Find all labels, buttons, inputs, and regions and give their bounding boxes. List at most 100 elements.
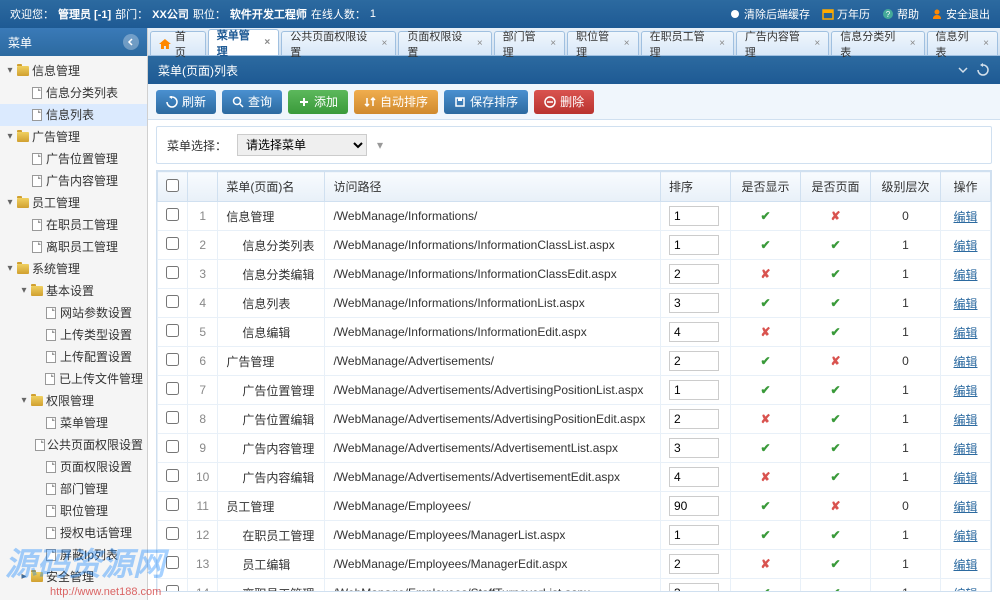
calendar-button[interactable]: 万年历 xyxy=(822,6,870,22)
tree-node[interactable]: 上传类型设置 xyxy=(0,324,147,346)
tree-node[interactable]: 广告位置管理 xyxy=(0,148,147,170)
tree-node[interactable]: 在职员工管理 xyxy=(0,214,147,236)
tab-close-icon[interactable]: × xyxy=(910,38,916,49)
tree-node[interactable]: 页面权限设置 xyxy=(0,456,147,478)
row-checkbox[interactable] xyxy=(166,585,179,592)
edit-link[interactable]: 编辑 xyxy=(953,384,977,398)
sort-input[interactable] xyxy=(669,351,719,371)
tree-toggle-icon[interactable]: ▾ xyxy=(4,260,16,278)
tab[interactable]: 信息分类列表× xyxy=(831,31,924,55)
row-checkbox[interactable] xyxy=(166,237,179,250)
tree-node[interactable]: 屏蔽Ip列表 xyxy=(0,544,147,566)
select-all-checkbox[interactable] xyxy=(166,179,179,192)
tab-close-icon[interactable]: × xyxy=(719,38,725,49)
edit-link[interactable]: 编辑 xyxy=(953,355,977,369)
row-checkbox[interactable] xyxy=(166,469,179,482)
edit-link[interactable]: 编辑 xyxy=(953,326,977,340)
tab-close-icon[interactable]: × xyxy=(264,37,270,48)
sort-input[interactable] xyxy=(669,409,719,429)
row-checkbox[interactable] xyxy=(166,208,179,221)
edit-link[interactable]: 编辑 xyxy=(953,239,977,253)
tree-node[interactable]: 信息列表 xyxy=(0,104,147,126)
edit-link[interactable]: 编辑 xyxy=(953,268,977,282)
tree-node[interactable]: 信息分类列表 xyxy=(0,82,147,104)
edit-link[interactable]: 编辑 xyxy=(953,529,977,543)
edit-link[interactable]: 编辑 xyxy=(953,413,977,427)
tree-node[interactable]: 部门管理 xyxy=(0,478,147,500)
tree-node[interactable]: ▾系统管理 xyxy=(0,258,147,280)
help-button[interactable]: ? 帮助 xyxy=(882,6,919,22)
tree-node[interactable]: 职位管理 xyxy=(0,500,147,522)
sort-input[interactable] xyxy=(669,380,719,400)
tab-close-icon[interactable]: × xyxy=(382,38,388,49)
tab[interactable]: 信息列表× xyxy=(927,31,998,55)
tree-toggle-icon[interactable]: ▾ xyxy=(4,128,16,146)
tree-node[interactable]: 上传配置设置 xyxy=(0,346,147,368)
tab[interactable]: 首页 xyxy=(150,31,206,55)
data-table-wrap[interactable]: 菜单(页面)名 访问路径 排序 是否显示 是否页面 级别层次 操作 1信息管理/… xyxy=(156,170,992,592)
tree-node[interactable]: 公共页面权限设置 xyxy=(0,434,147,456)
row-checkbox[interactable] xyxy=(166,324,179,337)
delete-button[interactable]: 删除 xyxy=(534,90,594,114)
tab[interactable]: 菜单管理× xyxy=(208,29,279,55)
row-checkbox[interactable] xyxy=(166,353,179,366)
edit-link[interactable]: 编辑 xyxy=(953,210,977,224)
tree-node[interactable]: ▾信息管理 xyxy=(0,60,147,82)
tree-node[interactable]: 菜单管理 xyxy=(0,412,147,434)
clear-cache-button[interactable]: 清除后端缓存 xyxy=(729,6,810,22)
edit-link[interactable]: 编辑 xyxy=(953,297,977,311)
sort-input[interactable] xyxy=(669,583,719,592)
tab[interactable]: 公共页面权限设置× xyxy=(281,31,396,55)
tab-close-icon[interactable]: × xyxy=(624,38,630,49)
tab-close-icon[interactable]: × xyxy=(983,38,989,49)
edit-link[interactable]: 编辑 xyxy=(953,587,977,593)
edit-link[interactable]: 编辑 xyxy=(953,558,977,572)
tab-close-icon[interactable]: × xyxy=(550,38,556,49)
col-level[interactable]: 级别层次 xyxy=(871,172,941,202)
tree-node[interactable]: 广告内容管理 xyxy=(0,170,147,192)
sort-input[interactable] xyxy=(669,438,719,458)
tree-node[interactable]: ▾基本设置 xyxy=(0,280,147,302)
panel-refresh-icon[interactable] xyxy=(976,63,990,77)
row-checkbox[interactable] xyxy=(166,498,179,511)
col-name[interactable]: 菜单(页面)名 xyxy=(218,172,325,202)
tree-node[interactable]: 离职员工管理 xyxy=(0,236,147,258)
edit-link[interactable]: 编辑 xyxy=(953,471,977,485)
row-checkbox[interactable] xyxy=(166,382,179,395)
tab[interactable]: 广告内容管理× xyxy=(736,31,829,55)
tree-toggle-icon[interactable]: ▾ xyxy=(4,194,16,212)
tree-node[interactable]: 授权电话管理 xyxy=(0,522,147,544)
tree-toggle-icon[interactable]: ▾ xyxy=(18,392,30,410)
row-checkbox[interactable] xyxy=(166,411,179,424)
add-button[interactable]: 添加 xyxy=(288,90,348,114)
tree-node[interactable]: ▾权限管理 xyxy=(0,390,147,412)
tree-toggle-icon[interactable]: ▾ xyxy=(4,62,16,80)
row-checkbox[interactable] xyxy=(166,527,179,540)
tree-node[interactable]: ▾员工管理 xyxy=(0,192,147,214)
sort-input[interactable] xyxy=(669,206,719,226)
refresh-button[interactable]: 刷新 xyxy=(156,90,216,114)
menu-select[interactable]: 请选择菜单 xyxy=(237,134,367,156)
logout-button[interactable]: 安全退出 xyxy=(931,6,990,22)
row-checkbox[interactable] xyxy=(166,440,179,453)
tab-close-icon[interactable]: × xyxy=(814,38,820,49)
tree-node[interactable]: 已上传文件管理 xyxy=(0,368,147,390)
tree-toggle-icon[interactable]: ▸ xyxy=(18,568,30,586)
tree-node[interactable]: ▾广告管理 xyxy=(0,126,147,148)
sort-input[interactable] xyxy=(669,235,719,255)
sort-input[interactable] xyxy=(669,467,719,487)
search-button[interactable]: 查询 xyxy=(222,90,282,114)
sort-input[interactable] xyxy=(669,264,719,284)
row-checkbox[interactable] xyxy=(166,266,179,279)
tree-node[interactable]: 网站参数设置 xyxy=(0,302,147,324)
edit-link[interactable]: 编辑 xyxy=(953,500,977,514)
col-op[interactable]: 操作 xyxy=(941,172,991,202)
col-ispage[interactable]: 是否页面 xyxy=(801,172,871,202)
sort-input[interactable] xyxy=(669,554,719,574)
col-path[interactable]: 访问路径 xyxy=(325,172,661,202)
tree-toggle-icon[interactable]: ▾ xyxy=(18,282,30,300)
edit-link[interactable]: 编辑 xyxy=(953,442,977,456)
row-checkbox[interactable] xyxy=(166,556,179,569)
sort-input[interactable] xyxy=(669,322,719,342)
tab[interactable]: 部门管理× xyxy=(494,31,565,55)
